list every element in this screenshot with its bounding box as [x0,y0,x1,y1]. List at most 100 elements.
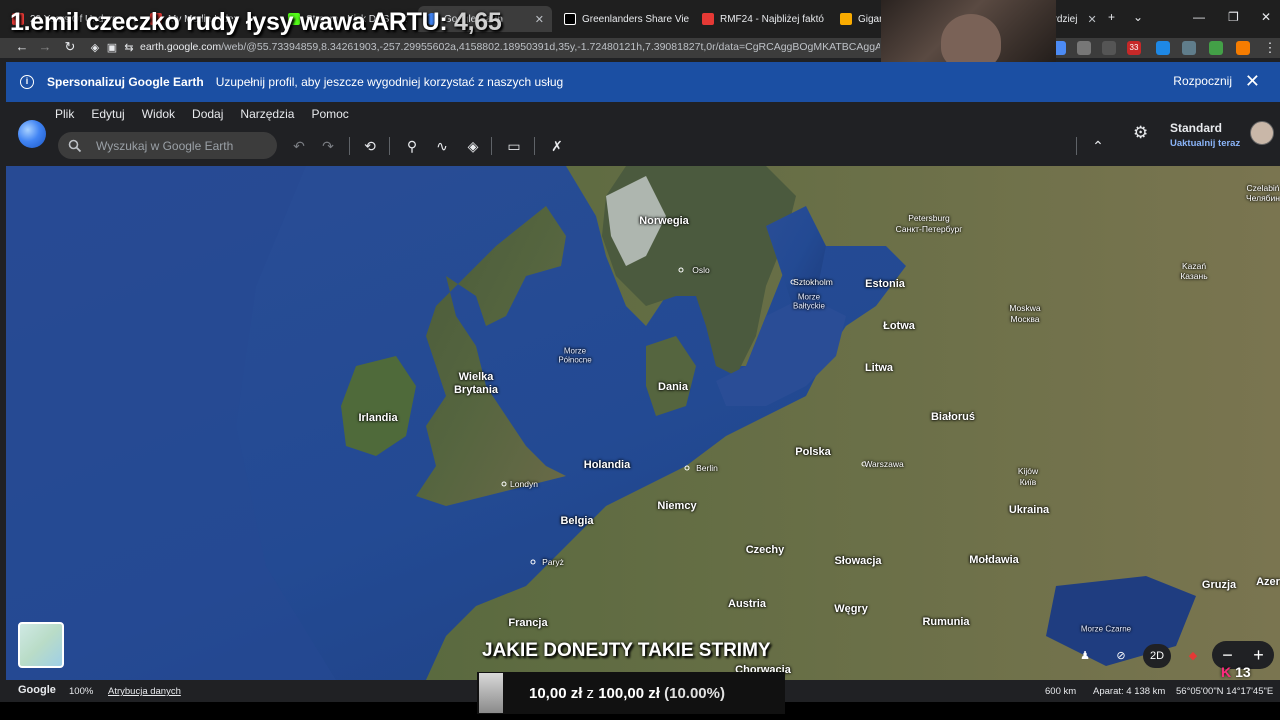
cookie-icon[interactable] [1236,41,1250,55]
avatar[interactable] [1250,121,1274,145]
undo-icon[interactable]: ↶ [290,137,308,155]
menu-tools[interactable]: Narzędzia [240,107,294,121]
google-logo: Google [18,684,56,696]
map-style-thumbnail[interactable] [18,622,64,668]
sea-label: Północne [558,355,592,365]
pegman-icon[interactable]: ♟ [1073,644,1097,668]
donation-percent: (10.00%) [664,684,725,702]
toolbar-divider [349,137,350,155]
search-box[interactable] [58,132,277,159]
upgrade-link[interactable]: Uaktualnij teraz [1170,138,1240,149]
personalize-banner: i Spersonalizuj Google Earth Uzupełnij p… [6,62,1280,102]
browser-toolbar: ← → ↻ ◈ ▣ ⇆ earth.google.com/web/@55.733… [0,38,1280,58]
refresh-extension-icon[interactable] [1209,41,1223,55]
country-label: Niemcy [657,500,697,512]
zoom-level: 100% [69,686,94,697]
country-label: Węgry [834,603,868,615]
screenshot-icon[interactable] [1182,41,1196,55]
close-icon[interactable]: ✕ [535,13,544,26]
goal-icon [479,673,503,713]
menu-edit[interactable]: Edytuj [91,107,124,121]
banner-text: Uzupełnij profil, aby jeszcze wygodniej … [215,75,564,89]
lock-icon[interactable]: ▣ [103,41,121,54]
url-path: /web/@55.73394859,8.34261903,-257.299556… [221,41,880,53]
sea-label: Morze [563,346,587,356]
rmf24-icon [702,13,714,25]
ruler-icon[interactable]: ▭ [505,137,523,155]
placemark-icon[interactable]: ⚲ [403,137,421,155]
incognito-icon[interactable] [1102,41,1116,55]
tab-5[interactable]: RMF24 - Najbliżej faktó ✕ [694,6,828,32]
address-bar[interactable]: earth.google.com/web/@55.73394859,8.3426… [140,41,880,53]
tiktok-icon [564,13,576,25]
attribution-link[interactable]: Atrybucja danych [108,686,181,697]
country-label: Norwegia [639,215,689,227]
city-dot [678,267,684,273]
kick-icon: K [1221,664,1232,680]
country-label: Gruzja [1201,579,1237,591]
menu-icon[interactable]: ⋮ [1261,40,1279,56]
country-label: Wielka [458,371,494,383]
city-dot [684,465,690,471]
account-plan[interactable]: Standard Uaktualnij teraz [1170,121,1240,149]
minimize-button[interactable]: — [1193,10,1205,24]
country-label: Holandia [583,459,631,471]
country-label: Czechy [745,544,785,556]
view-2d-button[interactable]: 2D [1143,644,1171,668]
donation-goal-bar: 10,00 zł z 100,00 zł (10.00%) [477,672,785,714]
new-tab-button[interactable]: + [1108,10,1115,24]
info-icon: i [20,75,34,89]
toolbar-divider [534,137,535,155]
tab-4[interactable]: Greenlanders Share Vie ✕ [556,6,690,32]
globe-map-view[interactable]: Norwegia Estonia Łotwa Litwa Wielka Brytania I… [6,166,1280,680]
ublock-icon[interactable]: 33 [1127,41,1141,55]
menu-help[interactable]: Pomoc [311,107,348,121]
city-label: Казань [1180,271,1208,281]
layers-icon[interactable]: ◈ [464,137,482,155]
path-icon[interactable]: ∿ [433,137,451,155]
permissions-icon[interactable]: ⇆ [120,41,138,54]
shield-icon[interactable]: ◈ [86,41,104,54]
tab-6[interactable]: Giganty [832,6,884,32]
stream-donation-title: 1.emil czeczko rudy łysy wawa ARTU: 4,65 [10,8,502,37]
country-label: Łotwa [883,320,915,332]
settings-gear-icon[interactable]: ⚙ [1133,123,1148,143]
toolbar-divider [491,137,492,155]
banner-close-icon[interactable]: ✕ [1245,71,1260,92]
compass-icon[interactable]: ◆ [1181,644,1205,668]
history-icon[interactable]: ⟲ [361,137,379,155]
redo-icon[interactable]: ↷ [319,137,337,155]
extensions-icon[interactable] [1077,41,1091,55]
plan-name: Standard [1170,121,1223,135]
start-button[interactable]: Rozpocznij [1173,74,1232,88]
menu-view[interactable]: Widok [142,107,175,121]
window-close-button[interactable]: ✕ [1261,10,1271,24]
tilt-reset-icon[interactable]: ⊘ [1109,644,1133,668]
city-label: Czelabiń [1246,183,1280,193]
tab-label: RMF24 - Najbliżej faktó [720,13,824,25]
tab-search-icon[interactable]: ⌄ [1133,10,1143,24]
close-icon[interactable]: ✕ [1087,13,1096,26]
projects-tools-icon[interactable]: ✗ [548,137,566,155]
donation-text: 10,00 zł z 100,00 zł (10.00%) [529,685,725,702]
zoom-out-icon[interactable]: − [1222,645,1233,666]
country-label: Brytania [453,384,499,396]
city-label: Sztokholm [793,277,833,287]
menu-file[interactable]: Plik [55,107,74,121]
restore-button[interactable]: ❐ [1228,10,1239,24]
zoom-in-icon[interactable]: + [1253,645,1264,666]
city-label: Londyn [510,479,538,489]
country-label: Dania [658,381,688,393]
sea-label: Morze [797,292,821,302]
back-icon[interactable]: ← [13,39,31,54]
collapse-chevron-icon[interactable]: ⌃ [1089,137,1107,155]
search-input[interactable] [96,138,256,153]
s-extension-icon[interactable] [1156,41,1170,55]
city-label: Kazań [1181,261,1207,271]
sea-label: Morze Czarne [1080,624,1132,634]
country-label: Austria [728,598,766,610]
forward-icon[interactable]: → [36,39,54,54]
google-earth-logo-icon[interactable] [18,120,46,148]
reload-icon[interactable]: ↻ [61,39,79,55]
menu-add[interactable]: Dodaj [192,107,223,121]
